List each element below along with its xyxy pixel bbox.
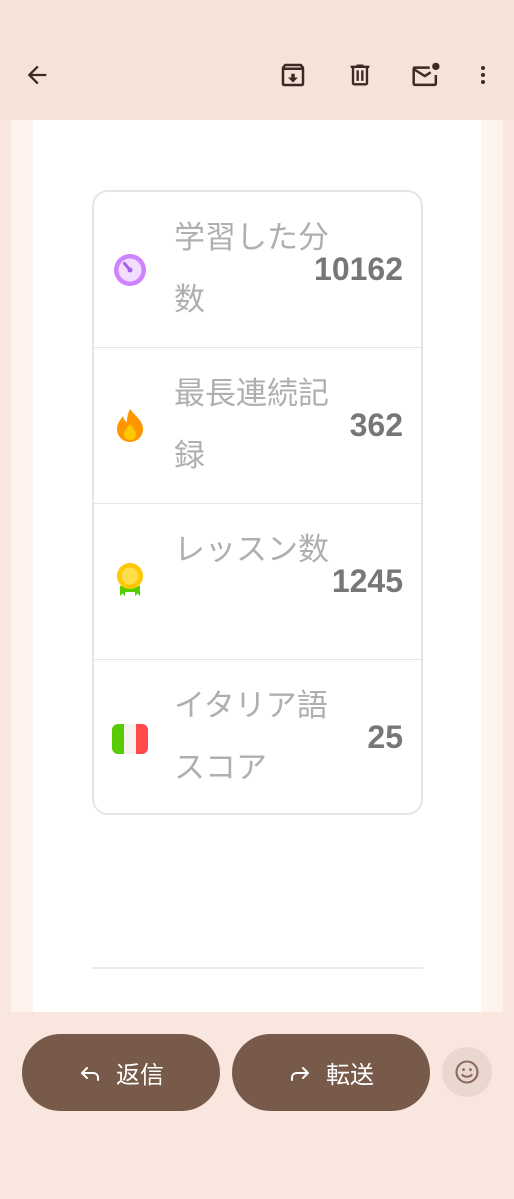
more-vert-icon <box>481 66 485 84</box>
stat-value: 362 <box>349 407 403 443</box>
footer-divider <box>92 967 423 969</box>
italy-flag-icon <box>112 724 148 754</box>
archive-icon <box>281 63 305 87</box>
top-app-bar <box>0 0 514 120</box>
emoji-reaction-button[interactable] <box>442 1047 492 1097</box>
reply-label: 返信 <box>116 1061 164 1089</box>
message-body: 学習した分数 10162 最長連続記録 362 レッスン数 1245 イタリア語… <box>33 120 481 1012</box>
mark-unread-icon <box>412 62 440 87</box>
stat-row-minutes: 学習した分数 10162 <box>94 192 421 348</box>
smiley-icon <box>455 1060 479 1084</box>
stat-label: レッスン数 <box>174 532 329 568</box>
stat-row-lessons: レッスン数 1245 <box>94 504 421 660</box>
forward-label: 転送 <box>326 1061 374 1089</box>
stats-card: 学習した分数 10162 最長連続記録 362 レッスン数 1245 イタリア語… <box>92 190 423 815</box>
more-options-button[interactable] <box>461 53 505 97</box>
arrow-back-icon <box>27 65 47 85</box>
stat-row-streak: 最長連続記録 362 <box>94 348 421 504</box>
stat-value: 1245 <box>331 563 403 599</box>
stat-value: 25 <box>367 719 403 755</box>
archive-button[interactable] <box>271 53 315 97</box>
stat-label: イタリア語スコア <box>174 688 328 786</box>
fire-icon <box>117 409 143 442</box>
forward-button[interactable]: 転送 <box>232 1034 430 1111</box>
trash-icon <box>350 64 370 86</box>
delete-button[interactable] <box>338 53 382 97</box>
forward-icon <box>288 1061 312 1085</box>
back-button[interactable] <box>15 53 59 97</box>
reply-icon <box>78 1061 102 1085</box>
reply-button[interactable]: 返信 <box>22 1034 220 1111</box>
mark-unread-button[interactable] <box>404 53 448 97</box>
clock-icon <box>114 254 146 286</box>
medal-icon <box>117 563 143 596</box>
stat-value: 10162 <box>314 251 403 287</box>
email-viewer: 学習した分数 10162 最長連続記録 362 レッスン数 1245 イタリア語… <box>0 0 514 1199</box>
stat-label: 最長連続記録 <box>174 376 329 474</box>
stat-row-italian-score: イタリア語スコア 25 <box>94 660 421 813</box>
